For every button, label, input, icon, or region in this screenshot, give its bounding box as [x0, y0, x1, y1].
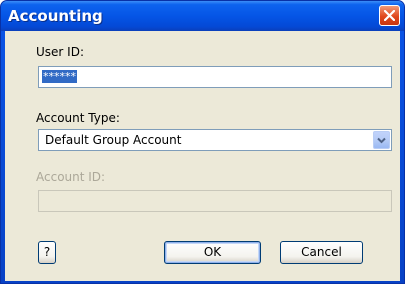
accounting-dialog: Accounting User ID: ****** Account Type:…: [0, 0, 405, 284]
dialog-body: User ID: ****** Account Type: Default Gr…: [5, 31, 400, 281]
user-id-value: ******: [42, 70, 77, 83]
account-type-dropdown-button[interactable]: [373, 131, 390, 149]
close-icon: [384, 10, 395, 21]
user-id-label: User ID:: [36, 45, 84, 59]
cancel-button[interactable]: Cancel: [280, 241, 363, 264]
account-id-field: [38, 190, 392, 212]
close-button[interactable]: [379, 5, 400, 26]
ok-button[interactable]: OK: [164, 241, 261, 264]
title-bar[interactable]: Accounting: [1, 1, 404, 31]
account-type-select[interactable]: Default Group Account: [38, 129, 392, 151]
help-button[interactable]: ?: [38, 241, 56, 264]
user-id-field[interactable]: ******: [38, 66, 392, 88]
account-type-value: Default Group Account: [45, 133, 182, 147]
chevron-down-icon: [377, 137, 386, 144]
account-id-label: Account ID:: [36, 170, 106, 184]
window-title: Accounting: [8, 7, 103, 25]
account-type-label: Account Type:: [36, 111, 120, 125]
